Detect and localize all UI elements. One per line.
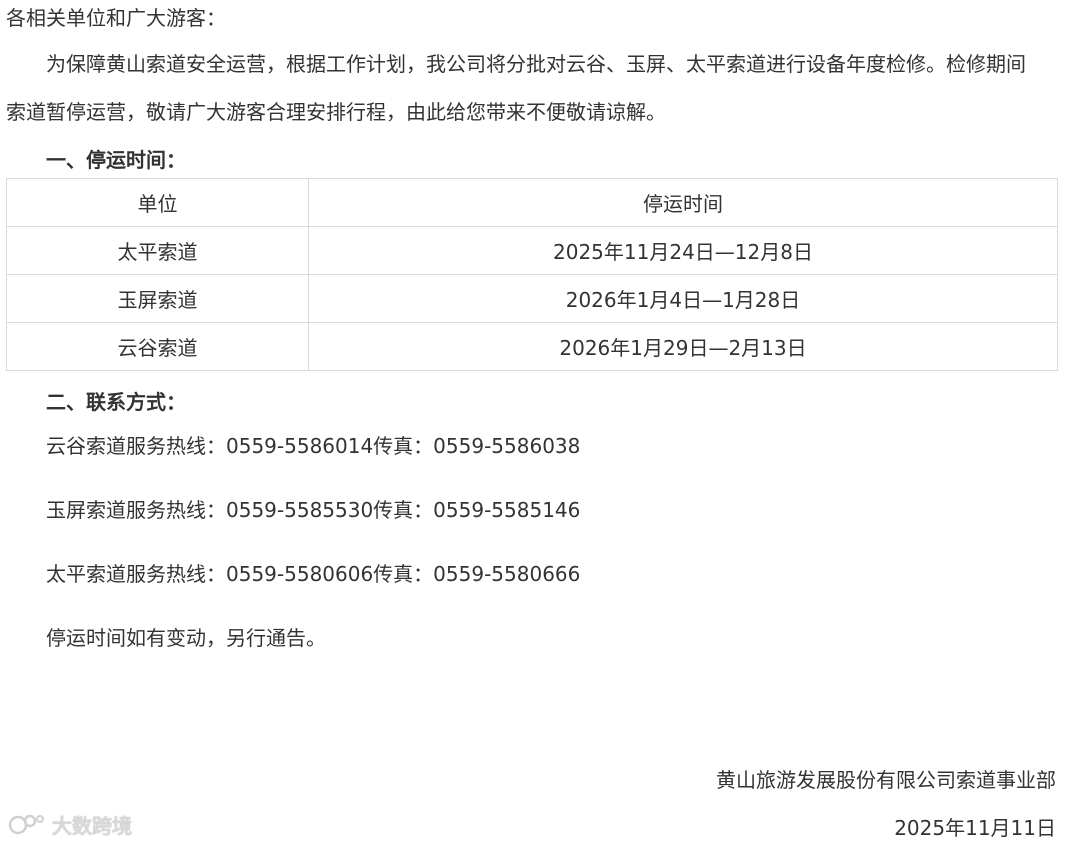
watermark: 大数跨境 (8, 810, 132, 839)
table-cell-unit: 云谷索道 (6, 322, 309, 371)
contact-line-taiping: 太平索道服务热线：0559-5580606传真：0559-5580666 (46, 562, 581, 586)
watermark-logo-icon (8, 814, 44, 834)
change-note: 停运时间如有变动，另行通告。 (46, 626, 326, 650)
table-header-cell: 停运时间 (308, 178, 1058, 227)
table-cell-unit: 玉屏索道 (6, 274, 309, 323)
greeting: 各相关单位和广大游客： (6, 6, 226, 30)
watermark-text: 大数跨境 (52, 814, 132, 838)
intro-paragraph-line-1: 为保障黄山索道安全运营，根据工作计划，我公司将分批对云谷、玉屏、太平索道进行设备… (46, 52, 1026, 76)
table-cell-period: 2026年1月29日—2月13日 (308, 322, 1058, 371)
suspension-schedule-table: 单位 停运时间 太平索道 2025年11月24日—12月8日 玉屏索道 2026… (6, 178, 1058, 371)
signature-date: 2025年11月11日 (894, 816, 1056, 840)
table-header-row: 单位 停运时间 (6, 178, 1058, 227)
contact-line-yungu: 云谷索道服务热线：0559-5586014传真：0559-5586038 (46, 434, 581, 458)
table-cell-period: 2025年11月24日—12月8日 (308, 226, 1058, 275)
table-cell-unit: 太平索道 (6, 226, 309, 275)
section-title-contact: 二、联系方式： (46, 390, 186, 414)
table-row: 玉屏索道 2026年1月4日—1月28日 (6, 274, 1058, 323)
intro-paragraph-line-2: 索道暂停运营，敬请广大游客合理安排行程，由此给您带来不便敬请谅解。 (6, 100, 666, 124)
contact-line-yuping: 玉屏索道服务热线：0559-5585530传真：0559-5585146 (46, 498, 581, 522)
table-row: 太平索道 2025年11月24日—12月8日 (6, 226, 1058, 275)
table-row: 云谷索道 2026年1月29日—2月13日 (6, 322, 1058, 371)
section-title-suspension-time: 一、停运时间： (46, 148, 186, 172)
table-cell-period: 2026年1月4日—1月28日 (308, 274, 1058, 323)
table-header-cell: 单位 (6, 178, 309, 227)
signature-department: 黄山旅游发展股份有限公司索道事业部 (716, 768, 1056, 792)
